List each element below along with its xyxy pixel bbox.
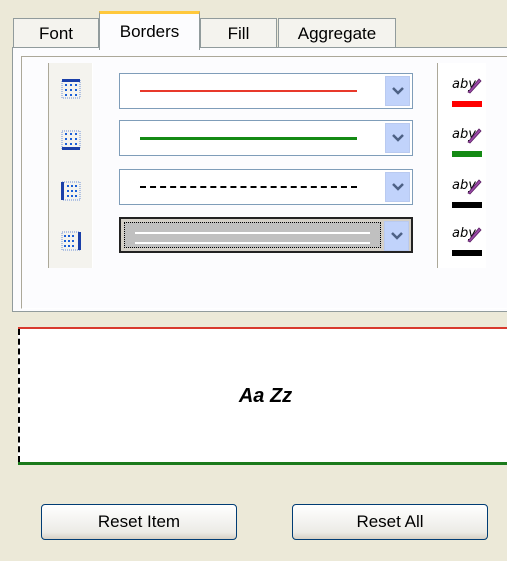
border-position-column (48, 63, 93, 268)
border-preview: Aa Zz (18, 327, 507, 465)
chevron-down-icon[interactable] (384, 221, 409, 251)
line-style-preview (140, 186, 357, 188)
left-border-color-button[interactable]: aby (452, 177, 482, 211)
left-border-icon[interactable] (58, 178, 84, 204)
top-border-style-select[interactable] (119, 73, 413, 109)
double-line-preview (135, 232, 370, 244)
bottom-border-icon[interactable] (58, 127, 84, 153)
pencil-icon (467, 128, 482, 144)
tab-fill-label: Fill (227, 23, 250, 43)
chevron-down-icon[interactable] (385, 123, 410, 153)
pencil-icon (467, 78, 482, 94)
selected-line-style (124, 222, 381, 248)
right-border-color-button[interactable]: aby (452, 225, 482, 259)
tab-aggregate-label: Aggregate (297, 23, 377, 43)
line-style-preview (140, 137, 357, 140)
color-swatch (452, 250, 482, 256)
right-border-style-select[interactable] (119, 217, 413, 253)
reset-all-button[interactable]: Reset All (292, 504, 488, 540)
line-style-preview (140, 90, 357, 92)
tab-borders[interactable]: Borders (99, 11, 200, 50)
bottom-border-style-select[interactable] (119, 120, 413, 156)
color-swatch (452, 151, 482, 157)
border-color-column: aby aby aby aby (437, 63, 486, 268)
top-border-icon[interactable] (58, 76, 84, 102)
tab-borders-label: Borders (119, 22, 180, 41)
color-swatch (452, 202, 482, 208)
bottom-border-color-button[interactable]: aby (452, 126, 482, 160)
pencil-icon (467, 227, 482, 243)
tab-aggregate[interactable]: Aggregate (278, 18, 396, 48)
preview-sample-text: Aa Zz (238, 385, 293, 407)
top-border-color-button[interactable]: aby (452, 76, 482, 110)
tab-font-label: Font (38, 23, 74, 43)
left-border-style-select[interactable] (119, 169, 413, 205)
right-border-icon[interactable] (58, 228, 84, 254)
tab-fill[interactable]: Fill (200, 18, 277, 48)
reset-item-button[interactable]: Reset Item (41, 504, 237, 540)
chevron-down-icon[interactable] (385, 76, 410, 106)
chevron-down-icon[interactable] (385, 172, 410, 202)
pencil-icon (467, 179, 482, 195)
color-swatch (452, 101, 482, 107)
tab-font[interactable]: Font (13, 18, 99, 48)
